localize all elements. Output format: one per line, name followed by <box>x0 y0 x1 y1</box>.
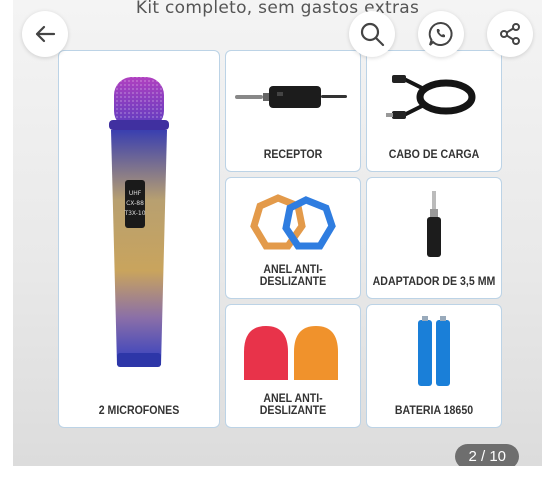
arrow-left-icon <box>35 25 56 43</box>
share-button[interactable] <box>487 11 533 57</box>
microphone-image: UHF CX-88 T3X-10 <box>59 51 219 399</box>
item-card-anti-slip-rings: ANEL ANTI-DESLIZANTE <box>225 177 361 299</box>
mic-screen-line3: T3X-10 <box>123 210 145 217</box>
search-button[interactable] <box>349 11 395 57</box>
item-label: BATERIA 18650 <box>394 405 474 417</box>
foam-covers-image <box>226 305 360 399</box>
audio-adapter-image <box>367 178 501 270</box>
item-card-microphones: UHF CX-88 T3X-10 2 MICROFONES <box>58 50 220 428</box>
item-card-receiver: RECEPTOR <box>225 50 361 172</box>
item-card-charging-cable: CABO DE CARGA <box>366 50 502 172</box>
share-icon <box>500 23 520 45</box>
image-counter: 2 / 10 <box>455 444 519 466</box>
item-card-batteries: BATERIA 18650 <box>366 304 502 428</box>
charging-cable-image <box>367 51 501 143</box>
item-label: ANEL ANTI-DESLIZANTE <box>259 393 327 417</box>
batteries-image <box>367 305 501 399</box>
anti-slip-rings-image <box>226 178 360 270</box>
back-button[interactable] <box>22 11 68 57</box>
search-icon <box>360 22 385 47</box>
item-label: RECEPTOR <box>263 149 323 161</box>
item-label: CABO DE CARGA <box>388 149 480 161</box>
item-card-audio-adapter: ADAPTADOR DE 3,5 MM <box>366 177 502 299</box>
whatsapp-share-button[interactable] <box>418 11 464 57</box>
product-image-gallery[interactable]: Kit completo, sem gastos extras UHF CX-8… <box>13 0 542 466</box>
item-label: ADAPTADOR DE 3,5 MM <box>372 276 496 288</box>
receiver-image <box>226 51 360 143</box>
item-label: 2 MICROFONES <box>98 405 180 417</box>
mic-screen-line1: UHF <box>129 190 142 197</box>
whatsapp-icon <box>428 21 453 46</box>
item-label: ANEL ANTI-DESLIZANTE <box>259 264 327 288</box>
banner-title: Kit completo, sem gastos extras <box>135 0 420 18</box>
item-card-foam-covers: ANEL ANTI-DESLIZANTE <box>225 304 361 428</box>
mic-screen-line2: CX-88 <box>126 200 144 207</box>
